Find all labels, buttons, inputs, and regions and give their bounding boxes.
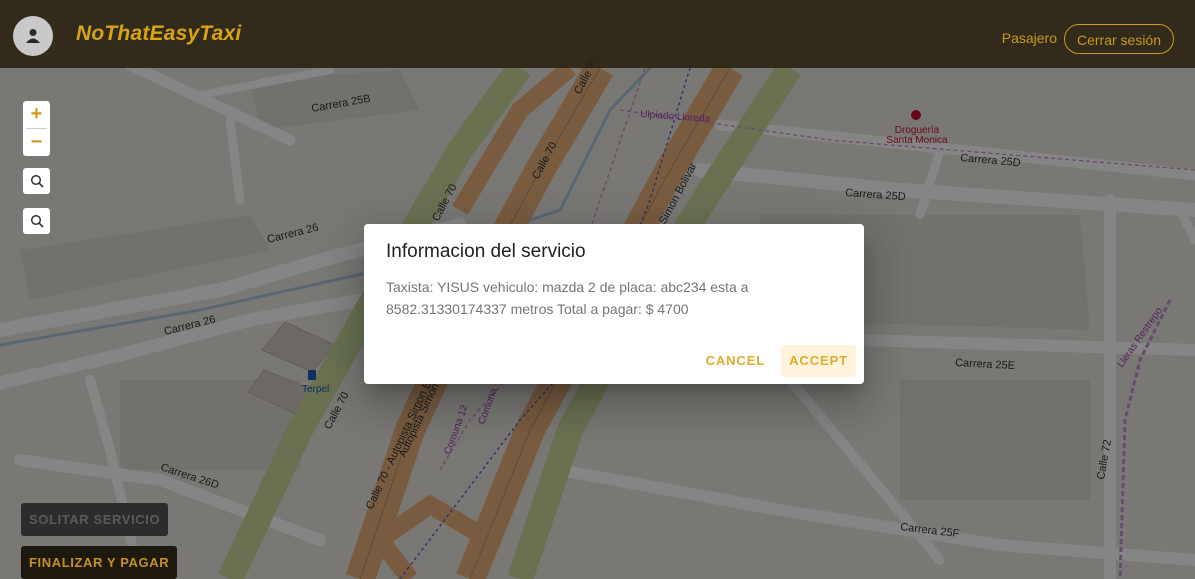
dialog-title: Informacion del servicio [386, 241, 586, 262]
dialog-message: Taxista: YISUS vehiculo: mazda 2 de plac… [386, 279, 749, 317]
finish-pay-button[interactable]: FINALIZAR Y PAGAR [21, 546, 178, 579]
user-icon [26, 29, 40, 43]
fuel-station-icon [308, 370, 316, 380]
zoom-control: + − [23, 101, 50, 156]
zoom-in-button[interactable]: + [23, 101, 50, 128]
poi-terpel: Terpel [302, 384, 329, 395]
app-bar: NoThatEasyTaxi Pasajero Cerrar sesión [0, 0, 1195, 68]
zoom-out-button[interactable]: − [23, 129, 50, 156]
search-icon [30, 174, 44, 188]
service-info-dialog: Informacion del servicio Taxista: YISUS … [364, 224, 864, 384]
search-icon [30, 214, 44, 228]
request-service-button[interactable]: SOLITAR SERVICIO [21, 503, 169, 536]
dialog-actions: CANCEL ACCEPT [698, 345, 856, 377]
role-link[interactable]: Pasajero [1002, 30, 1057, 46]
logout-button[interactable]: Cerrar sesión [1063, 24, 1174, 54]
search-button-1[interactable] [23, 168, 50, 194]
pharmacy-icon [911, 110, 921, 120]
brand-title: NoThatEasyTaxi [76, 22, 242, 45]
poi-drogueria-line2: Santa Monica [886, 135, 948, 146]
search-button-2[interactable] [23, 208, 50, 234]
cancel-button[interactable]: CANCEL [698, 345, 774, 377]
accept-button[interactable]: ACCEPT [781, 345, 856, 377]
avatar[interactable] [13, 16, 53, 56]
